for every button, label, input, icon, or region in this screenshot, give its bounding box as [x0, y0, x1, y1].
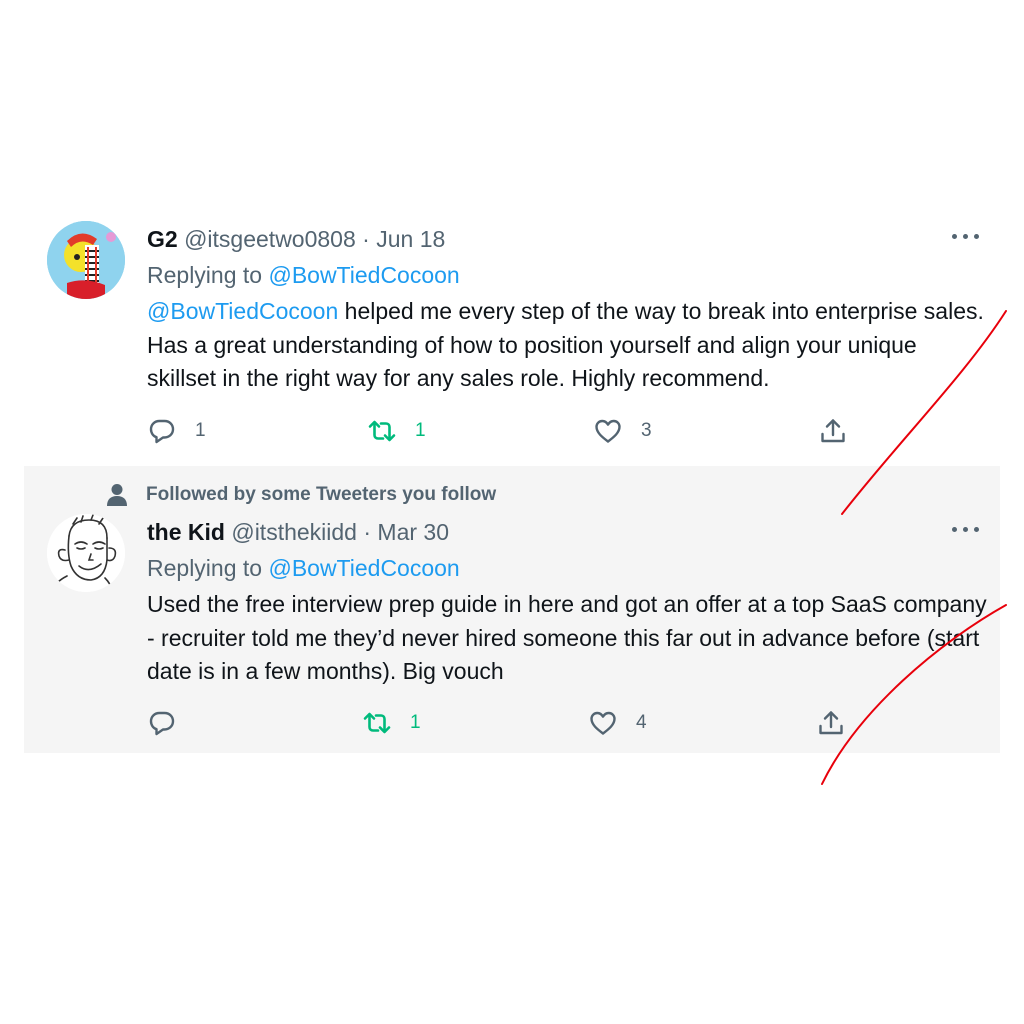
reply-icon [149, 711, 175, 736]
avatar-image [47, 514, 125, 592]
reply-button[interactable]: 1 [147, 414, 206, 448]
tweet-header: the Kid @itsthekiidd · Mar 30 [147, 517, 449, 547]
display-name[interactable]: G2 [147, 226, 178, 252]
reply-count: 1 [195, 420, 206, 441]
more-options-button[interactable] [952, 232, 980, 242]
separator-dot: · [362, 226, 370, 252]
share-button[interactable] [816, 706, 846, 740]
tweet-g2[interactable]: G2 @itsgeetwo0808 · Jun 18 Replying to @… [24, 210, 1000, 465]
person-icon [107, 484, 127, 506]
retweet-icon [363, 712, 391, 734]
reply-button[interactable] [147, 706, 195, 740]
tweet-actions: 1 1 3 [147, 414, 1000, 448]
more-icon [952, 527, 957, 532]
retweet-button[interactable]: 1 [367, 414, 426, 448]
avatar[interactable] [47, 514, 125, 592]
tweet-text: Used the free interview prep guide in he… [147, 588, 987, 689]
more-icon-dot [963, 527, 968, 532]
more-icon-dot [974, 234, 979, 239]
replying-to: Replying to @BowTiedCocoon [147, 553, 460, 583]
display-name[interactable]: the Kid [147, 519, 225, 545]
body-text: Used the free interview prep guide in he… [147, 591, 987, 684]
separator-dot: · [363, 519, 372, 545]
reply-icon [149, 419, 175, 444]
like-count: 3 [641, 420, 652, 441]
retweet-count: 1 [410, 712, 421, 733]
social-context-text: Followed by some Tweeters you follow [146, 484, 497, 505]
tweet-header: G2 @itsgeetwo0808 · Jun 18 [147, 224, 445, 254]
more-icon-dot [974, 527, 979, 532]
user-handle[interactable]: @itsgeetwo0808 [184, 226, 356, 252]
retweet-icon [368, 420, 396, 442]
retweet-count: 1 [415, 420, 426, 441]
tweet-actions: 1 4 [147, 706, 1000, 740]
avatar[interactable] [47, 221, 125, 299]
user-handle[interactable]: @itsthekiidd [231, 519, 357, 545]
like-button[interactable]: 4 [588, 706, 647, 740]
replying-to-label: Replying to [147, 555, 263, 581]
tweet-text: @BowTiedCocoon helped me every step of t… [147, 295, 987, 396]
more-options-button[interactable] [952, 525, 980, 535]
replying-to-label: Replying to [147, 262, 263, 288]
heart-icon [595, 419, 621, 443]
share-icon [819, 711, 843, 735]
share-icon [821, 419, 845, 443]
replying-to: Replying to @BowTiedCocoon [147, 260, 460, 290]
share-button[interactable] [818, 414, 848, 448]
avatar-image [47, 221, 125, 299]
heart-icon [590, 711, 616, 735]
more-icon [952, 234, 957, 239]
like-button[interactable]: 3 [593, 414, 652, 448]
body-mention[interactable]: @BowTiedCocoon [147, 298, 338, 324]
replying-to-mention[interactable]: @BowTiedCocoon [268, 262, 459, 288]
retweet-button[interactable]: 1 [362, 706, 421, 740]
tweet-date[interactable]: Jun 18 [376, 226, 445, 252]
more-icon-dot [963, 234, 968, 239]
tweet-date[interactable]: Mar 30 [377, 519, 449, 545]
like-count: 4 [636, 712, 647, 733]
tweet-the-kid[interactable]: Followed by some Tweeters you follow the… [24, 466, 1000, 753]
replying-to-mention[interactable]: @BowTiedCocoon [268, 555, 459, 581]
